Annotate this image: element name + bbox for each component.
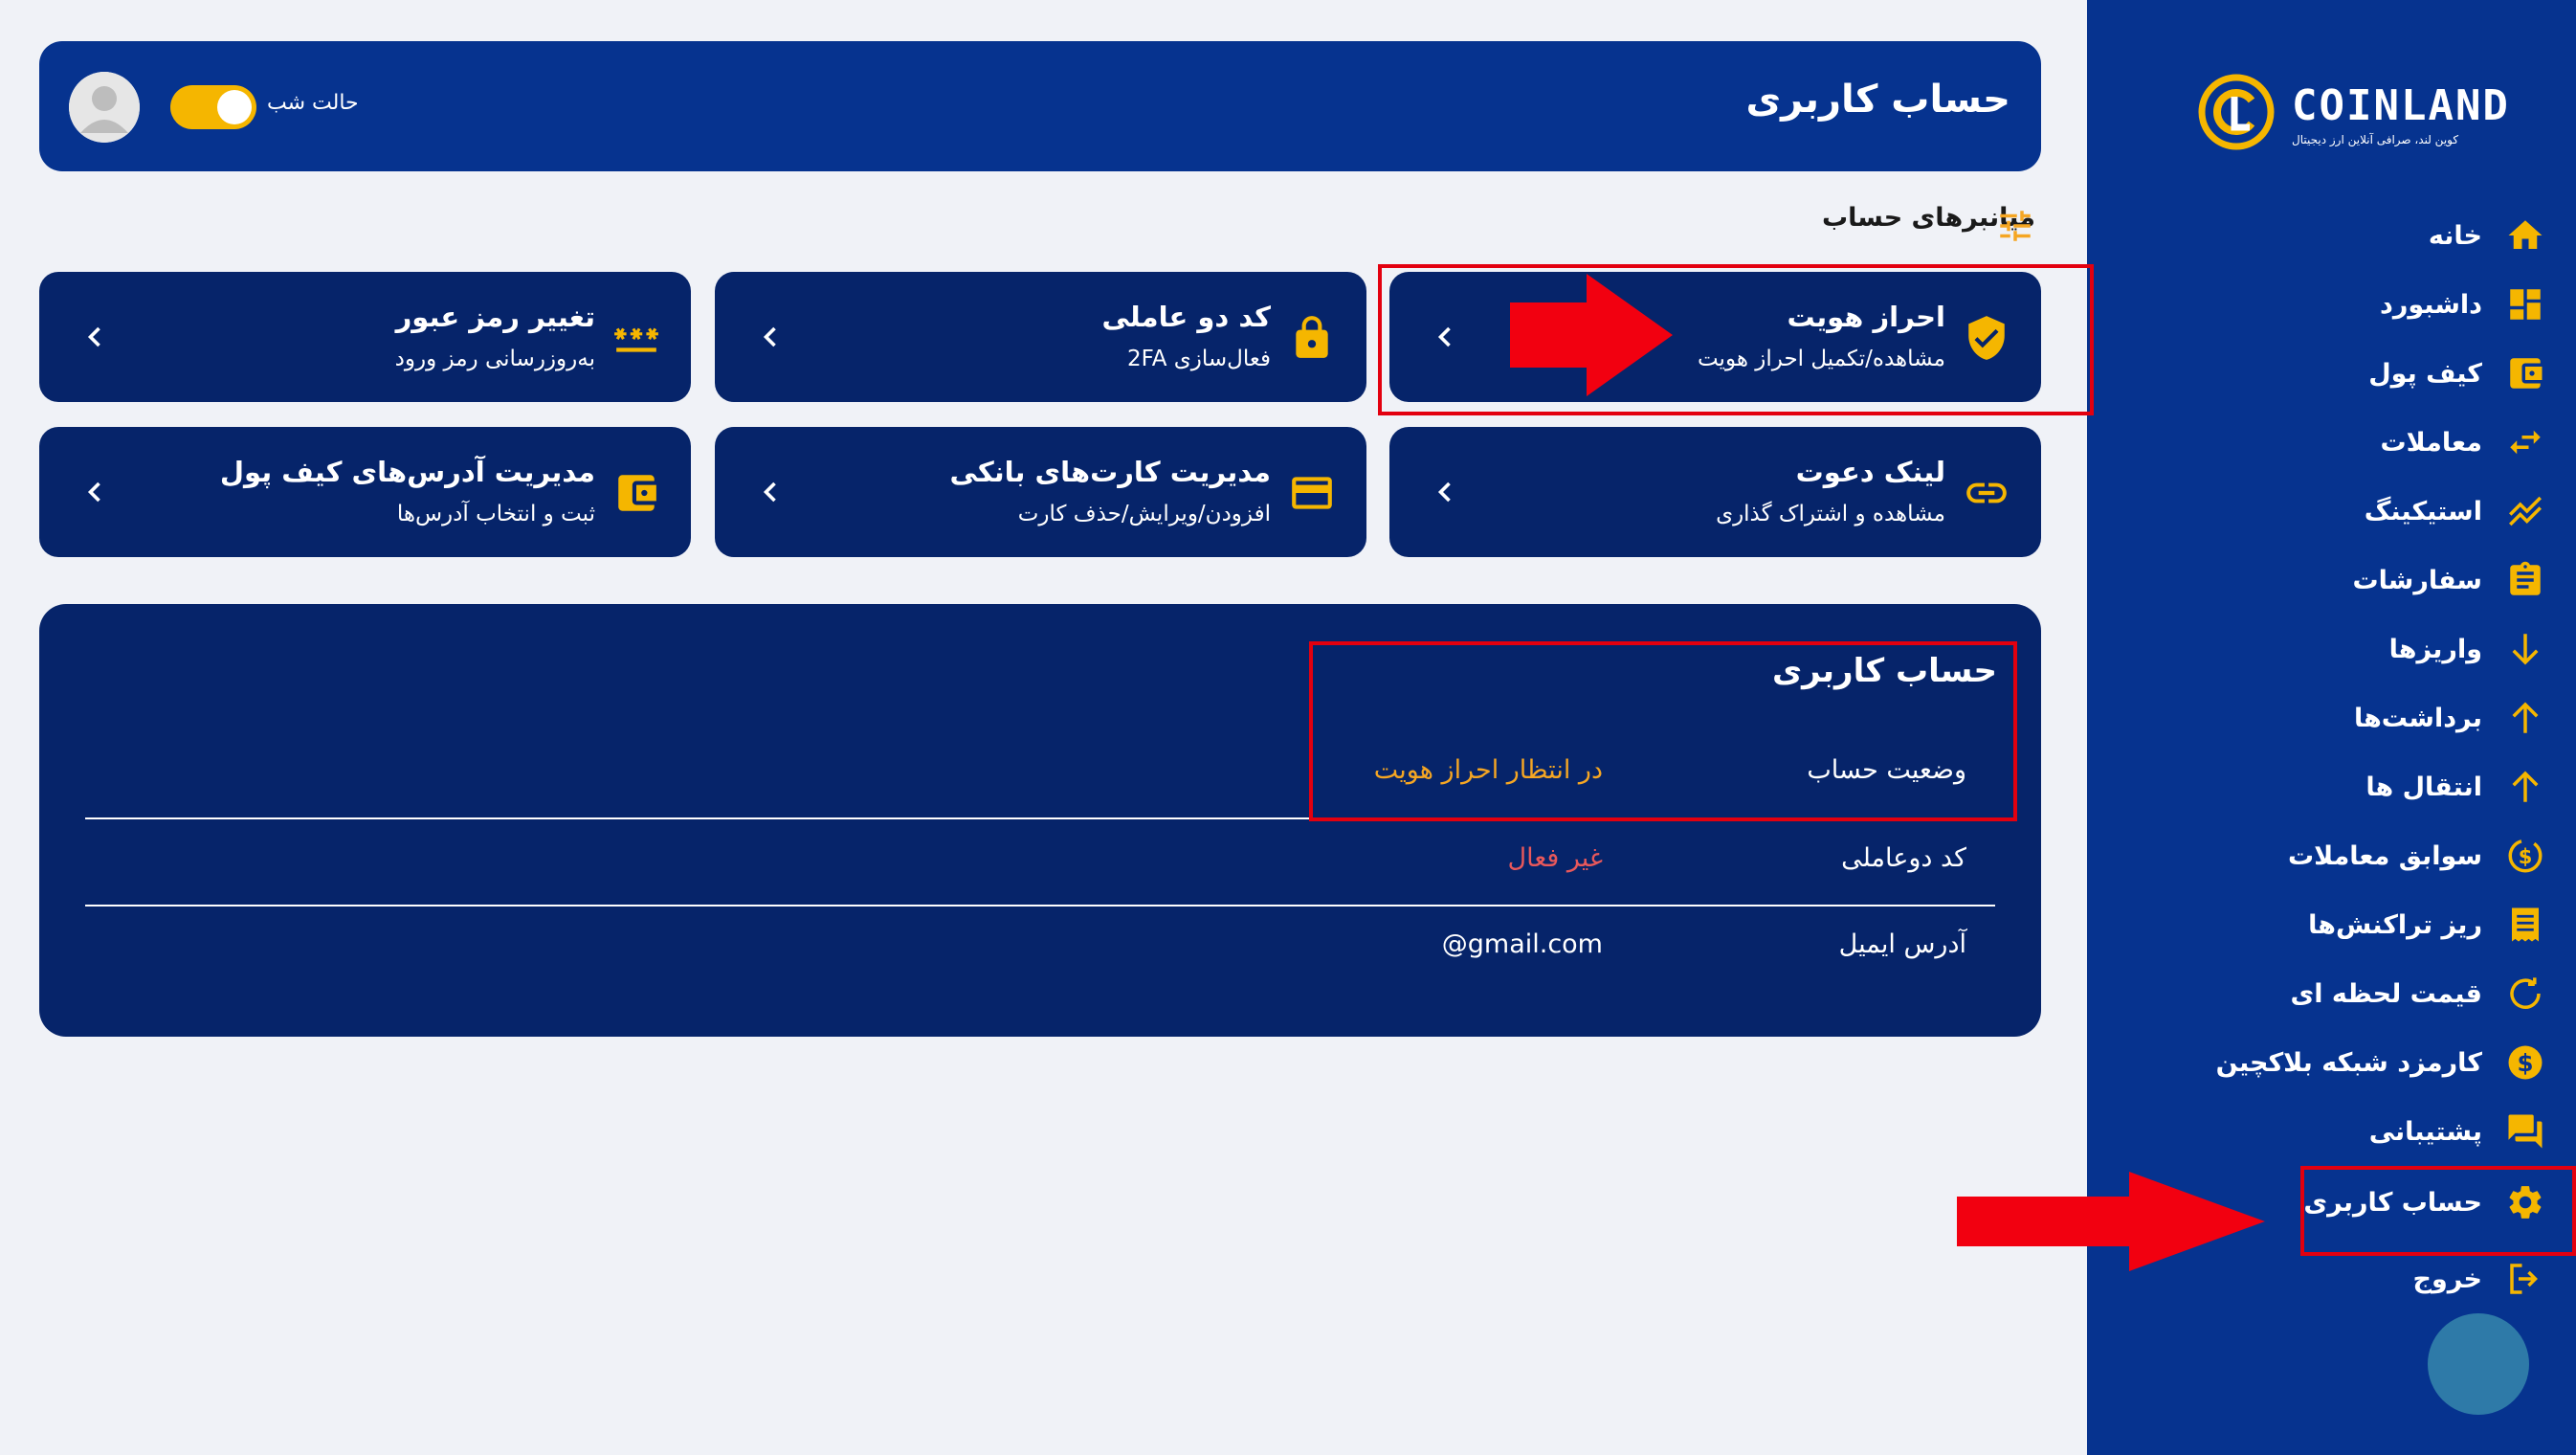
sidebar-item-label: سفارشات: [2352, 565, 2483, 595]
sidebar-item-deposits[interactable]: واریزها: [2088, 622, 2547, 676]
sidebar-item-dashboard[interactable]: داشبورد: [2088, 278, 2547, 331]
sidebar-item-staking[interactable]: استیکینگ: [2088, 484, 2547, 538]
sidebar-item-label: معاملات: [2380, 427, 2482, 458]
highlight-box-kyc: [1378, 264, 2094, 415]
arrow-up-icon: [2503, 696, 2547, 740]
card-title: تغییر رمز عبور: [395, 301, 595, 333]
wallet-icon: [2503, 351, 2547, 395]
chat-icon: [2503, 1109, 2547, 1153]
card-change-password[interactable]: تغییر رمز عبور به‌روزرسانی رمز ورود: [39, 272, 691, 402]
dollar-coin-icon: $: [2503, 1041, 2547, 1085]
sidebar-item-network-fee[interactable]: کارمزد شبکه بلاکچین $: [2088, 1036, 2547, 1089]
home-icon: [2503, 213, 2547, 257]
sidebar-item-label: انتقال ها: [2365, 772, 2482, 802]
brand-tagline: کوین لند، صرافی آنلاین ارز دیجیتال: [2292, 133, 2459, 146]
sidebar-item-wallet[interactable]: کیف پول: [2088, 347, 2547, 400]
two-factor-value: غیر فعال: [1507, 843, 1603, 873]
page-header: حساب کاربری حالت شب: [39, 41, 2041, 171]
card-invite-link[interactable]: لینک دعوت مشاهده و اشتراک گذاری: [1389, 427, 2041, 557]
logout-icon: [2503, 1257, 2547, 1301]
tune-icon: [2000, 211, 2031, 241]
sidebar-item-label: کیف پول: [2368, 358, 2482, 389]
password-icon: [614, 327, 658, 352]
card-title: لینک دعوت: [1795, 456, 1945, 488]
sidebar-item-label: واریزها: [2388, 634, 2482, 664]
card-title: مدیریت آدرس‌های کیف پول: [219, 456, 595, 488]
sidebar-item-trade-history[interactable]: سوابق معاملات $: [2088, 829, 2547, 883]
card-subtitle: به‌روزرسانی رمز ورود: [394, 347, 595, 371]
toggle-knob: [217, 90, 252, 124]
sidebar-item-orders[interactable]: سفارشات: [2088, 553, 2547, 607]
sidebar-item-label: ریز تراکنش‌ها: [2308, 909, 2482, 940]
page-title: حساب کاربری: [1745, 78, 2010, 122]
sidebar-item-label: خانه: [2428, 220, 2482, 251]
wallet-icon: [618, 475, 656, 511]
sidebar-item-withdrawals[interactable]: برداشت‌ها: [2088, 691, 2547, 745]
highlight-box-status: [1309, 641, 2017, 821]
highlight-box-account: [2300, 1166, 2576, 1256]
refresh-icon: [2503, 972, 2547, 1016]
sidebar-item-label: استیکینگ: [2364, 496, 2482, 526]
brand-logo[interactable]: COINLAND کوین لند، صرافی آنلاین ارز دیجی…: [2196, 72, 2508, 158]
coinland-logo-icon: [2198, 74, 2275, 150]
sidebar-item-label: کارمزد شبکه بلاکچین: [2215, 1047, 2482, 1078]
chat-launcher-button[interactable]: [2428, 1313, 2529, 1415]
card-2fa[interactable]: کد دو عاملی فعال‌سازی 2FA: [715, 272, 1366, 402]
sidebar-item-home[interactable]: خانه: [2088, 209, 2547, 262]
dollar-history-icon: $: [2503, 834, 2547, 878]
credit-card-icon: [1292, 477, 1332, 509]
card-bank-cards[interactable]: مدیریت کارت‌های بانکی افزودن/ویرایش/حذف …: [715, 427, 1366, 557]
sidebar-item-transfers[interactable]: انتقال ها: [2088, 760, 2547, 814]
card-title: کد دو عاملی: [1101, 301, 1271, 333]
dashboard-icon: [2503, 282, 2547, 326]
red-arrow-icon: [1957, 1172, 2265, 1271]
sidebar-item-transactions[interactable]: ریز تراکنش‌ها: [2088, 898, 2547, 951]
link-icon: [1966, 482, 2007, 504]
lock-icon: [1296, 316, 1328, 358]
avatar[interactable]: [69, 72, 140, 143]
staking-icon: [2503, 489, 2547, 533]
sidebar-item-label: سوابق معاملات: [2287, 840, 2482, 871]
card-subtitle: ثبت و انتخاب آدرس‌ها: [396, 502, 595, 526]
chevron-left-icon: [763, 326, 776, 347]
two-factor-label: کد دوعاملی: [1841, 843, 1966, 873]
arrow-up-icon: [2503, 765, 2547, 809]
chevron-left-icon: [87, 481, 100, 503]
receipt-icon: [2503, 903, 2547, 947]
night-mode-toggle[interactable]: [170, 85, 256, 129]
brand-name: COINLAND: [2292, 81, 2510, 130]
sidebar-item-label: برداشت‌ها: [2353, 703, 2482, 733]
chevron-left-icon: [763, 481, 776, 503]
sidebar-item-label: قیمت لحظه ای: [2290, 978, 2482, 1009]
card-subtitle: فعال‌سازی 2FA: [1126, 347, 1271, 371]
sidebar-item-label: داشبورد: [2379, 289, 2482, 320]
chevron-left-icon: [1437, 481, 1451, 503]
night-mode-label: حالت شب: [267, 91, 359, 115]
swap-icon: [2503, 420, 2547, 464]
card-title: مدیریت کارت‌های بانکی: [949, 456, 1271, 488]
card-subtitle: مشاهده و اشتراک گذاری: [1716, 502, 1945, 526]
email-label: آدرس ایمیل: [1838, 929, 1966, 959]
red-arrow-icon: [1510, 274, 1673, 396]
sidebar-item-support[interactable]: پشتیبانی: [2088, 1105, 2547, 1158]
email-value: @gmail.com: [1441, 929, 1603, 959]
sidebar-item-label: خروج: [2412, 1264, 2483, 1294]
svg-text:$: $: [2517, 1049, 2533, 1077]
divider: [85, 905, 1995, 907]
sidebar-item-live-price[interactable]: قیمت لحظه ای: [2088, 967, 2547, 1020]
sidebar-item-label: پشتیبانی: [2368, 1116, 2482, 1147]
card-wallet-addresses[interactable]: مدیریت آدرس‌های کیف پول ثبت و انتخاب آدر…: [39, 427, 691, 557]
svg-text:$: $: [2519, 845, 2533, 868]
user-avatar-icon: [69, 72, 140, 143]
clipboard-icon: [2503, 558, 2547, 602]
card-subtitle: افزودن/ویرایش/حذف کارت: [1017, 502, 1271, 526]
arrow-down-icon: [2503, 627, 2547, 671]
sidebar-item-trades[interactable]: معاملات: [2088, 415, 2547, 469]
chevron-left-icon: [87, 326, 100, 347]
